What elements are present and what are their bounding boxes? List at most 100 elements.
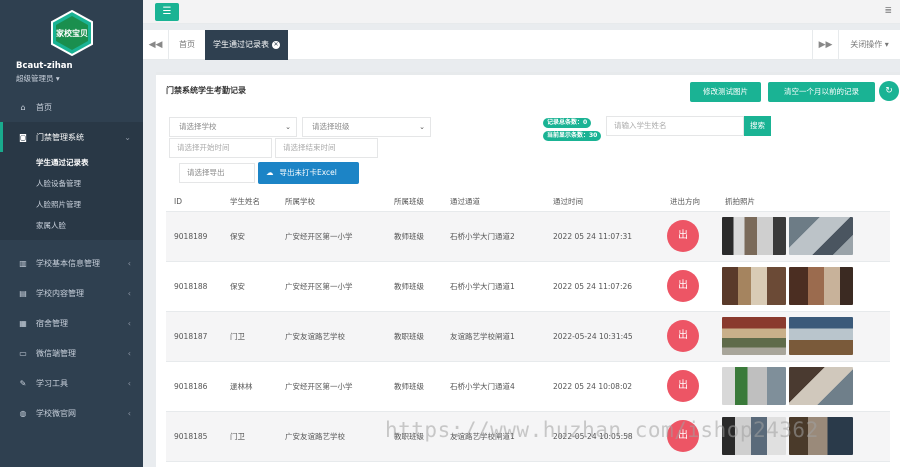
student-name-search-input[interactable]: 请输入学生姓名 (606, 116, 744, 136)
chevron-down-icon: ⌄ (419, 123, 425, 131)
col-school: 所属学校 (277, 193, 386, 212)
options-icon[interactable]: ≣ (884, 6, 892, 16)
chevron-down-icon: ⌄ (124, 132, 131, 142)
cell-photos (717, 361, 890, 412)
tab-scroll-right-button[interactable]: ▶▶ (812, 30, 838, 60)
close-icon[interactable]: ✕ (272, 40, 280, 49)
close-ops-label: 关闭操作 (850, 40, 883, 49)
school-select-value: 请选择学校 (179, 122, 217, 131)
sidebar-item-access-control[interactable]: ◙ 门禁管理系统 ⌄ (0, 122, 143, 152)
table-row[interactable]: 9018188 保安 广安经开区第一小学 教师班级 石桥小学大门通道1 2022… (166, 261, 890, 312)
menu-toggle-button[interactable]: ☰ (155, 3, 179, 21)
sidebar-item-label: 学校内容管理 (36, 288, 84, 298)
cell-channel: 友谊路艺学校闸道1 (442, 311, 545, 362)
camera-icon: ◙ (19, 132, 27, 142)
chevron-left-icon: ‹ (127, 408, 131, 418)
cell-direction: 出 (662, 261, 717, 312)
sidebar-item-label: 首页 (36, 102, 52, 112)
snapshot-photo[interactable] (722, 267, 786, 305)
col-id: ID (166, 193, 222, 212)
clear-old-records-button[interactable]: 清空一个月以前的记录 (768, 82, 875, 102)
sidebar-brand: 家校宝贝 Bcaut-zihan 超级管理员 ▾ (0, 0, 143, 92)
sidebar-item-school-content[interactable]: ▤ 学校内容管理 ‹ (0, 278, 143, 308)
sidebar-item-school-info[interactable]: ▥ 学校基本信息管理 ‹ (0, 248, 143, 278)
user-role-dropdown[interactable]: 超级管理员 ▾ (0, 73, 143, 84)
col-name: 学生姓名 (222, 193, 277, 212)
tab-scroll-left-button[interactable]: ◀◀ (143, 30, 169, 60)
cell-time: 2022 05 24 11:07:26 (545, 261, 662, 312)
sidebar-item-microsite[interactable]: ◍ 学校微官网 ‹ (0, 398, 143, 428)
refresh-button[interactable]: ↻ (879, 81, 899, 101)
snapshot-photo[interactable] (722, 317, 786, 355)
cell-name: 逯林林 (222, 361, 277, 412)
col-photos: 抓拍照片 (717, 193, 890, 212)
tab-label: 学生通过记录表 (213, 40, 269, 49)
export-select[interactable]: 请选择导出 (179, 163, 255, 183)
class-select[interactable]: 请选择班级 ⌄ (302, 117, 431, 137)
sidebar-item-dorm[interactable]: ▦ 宿舍管理 ‹ (0, 308, 143, 338)
col-channel: 通过通道 (442, 193, 545, 212)
end-time-input[interactable]: 请选择结束时间 (275, 138, 378, 158)
search-button[interactable]: 搜索 (744, 116, 771, 136)
desktop-icon: ▭ (19, 348, 27, 358)
sidebar-item-label: 宿舍管理 (36, 318, 68, 328)
cell-school: 广安经开区第一小学 (277, 261, 386, 312)
sidebar-item-label: 学校微官网 (36, 408, 76, 418)
cell-name: 保安 (222, 211, 277, 262)
table-row[interactable]: 9018186 逯林林 广安经开区第一小学 教师班级 石桥小学大门通道4 202… (166, 361, 890, 412)
snapshot-photo[interactable] (789, 317, 853, 355)
hamburger-icon: ☰ (162, 6, 172, 17)
direction-badge: 出 (667, 370, 699, 402)
table-row[interactable]: 9018187 门卫 广安友谊路艺学校 教职班级 友谊路艺学校闸道1 2022-… (166, 311, 890, 362)
cell-class: 教师班级 (386, 261, 442, 312)
submenu-item-face-devices[interactable]: 人脸设备管理 (0, 173, 143, 194)
sidebar-item-home[interactable]: ⌂ 首页 (0, 92, 143, 122)
cell-school: 广安经开区第一小学 (277, 361, 386, 412)
refresh-icon: ↻ (885, 86, 893, 96)
user-role-label: 超级管理员 (16, 74, 54, 83)
logo-shield-icon: 家校宝贝 (50, 10, 93, 56)
sidebar-item-tools[interactable]: ✎ 学习工具 ‹ (0, 368, 143, 398)
direction-badge: 出 (667, 220, 699, 252)
watermark-text: https://www.huzhan.com/ishop24362 (385, 418, 819, 442)
table-header-row: ID 学生姓名 所属学校 所属班级 通过通道 通过时间 进出方向 抓拍照片 (166, 193, 890, 212)
close-operations-dropdown[interactable]: 关闭操作 ▾ (838, 30, 900, 60)
cell-direction: 出 (662, 311, 717, 362)
username[interactable]: Bcaut-zihan (0, 61, 143, 71)
export-excel-button[interactable]: ☁ 导出未打卡Excel (258, 162, 359, 184)
tab-pass-records[interactable]: 学生通过记录表 ✕ (205, 30, 288, 60)
submenu-item-family-faces[interactable]: 家属人脸 (0, 215, 143, 236)
export-button-label: 导出未打卡Excel (279, 168, 337, 177)
submenu-item-face-photos[interactable]: 人脸照片管理 (0, 194, 143, 215)
sidebar-item-label: 学习工具 (36, 378, 68, 388)
snapshot-photo[interactable] (722, 217, 786, 255)
snapshot-photo[interactable] (722, 367, 786, 405)
snapshot-photo[interactable] (789, 267, 853, 305)
table-row[interactable]: 9018189 保安 广安经开区第一小学 教师班级 石桥小学大门通道2 2022… (166, 211, 890, 262)
submenu-item-pass-records[interactable]: 学生通过记录表 (0, 152, 143, 173)
chevron-left-icon: ‹ (127, 318, 131, 328)
modify-test-image-button[interactable]: 修改测试图片 (690, 82, 761, 102)
school-select[interactable]: 请选择学校 ⌄ (169, 117, 297, 137)
cell-name: 保安 (222, 261, 277, 312)
sidebar-item-wechat[interactable]: ▭ 微信端管理 ‹ (0, 338, 143, 368)
building-icon: ▥ (19, 258, 27, 268)
logo[interactable]: 家校宝贝 (49, 10, 95, 56)
direction-badge: 出 (667, 320, 699, 352)
cell-name: 门卫 (222, 311, 277, 362)
start-time-input[interactable]: 请选择开始时间 (169, 138, 272, 158)
snapshot-photo[interactable] (789, 367, 853, 405)
cell-class: 教师班级 (386, 361, 442, 412)
svg-text:家校宝贝: 家校宝贝 (56, 28, 88, 38)
folder-icon: ▤ (19, 288, 27, 298)
chevron-left-icon: ‹ (127, 378, 131, 388)
snapshot-photo[interactable] (789, 217, 853, 255)
sidebar-item-label: 微信端管理 (36, 348, 76, 358)
cell-id: 9018187 (166, 311, 222, 362)
direction-badge: 出 (667, 270, 699, 302)
top-bar: ☰ ≣ (143, 0, 900, 24)
cell-school: 广安友谊路艺学校 (277, 411, 386, 462)
cell-channel: 石桥小学大门通道4 (442, 361, 545, 412)
tab-home[interactable]: 首页 (171, 30, 203, 60)
cell-photos (717, 261, 890, 312)
